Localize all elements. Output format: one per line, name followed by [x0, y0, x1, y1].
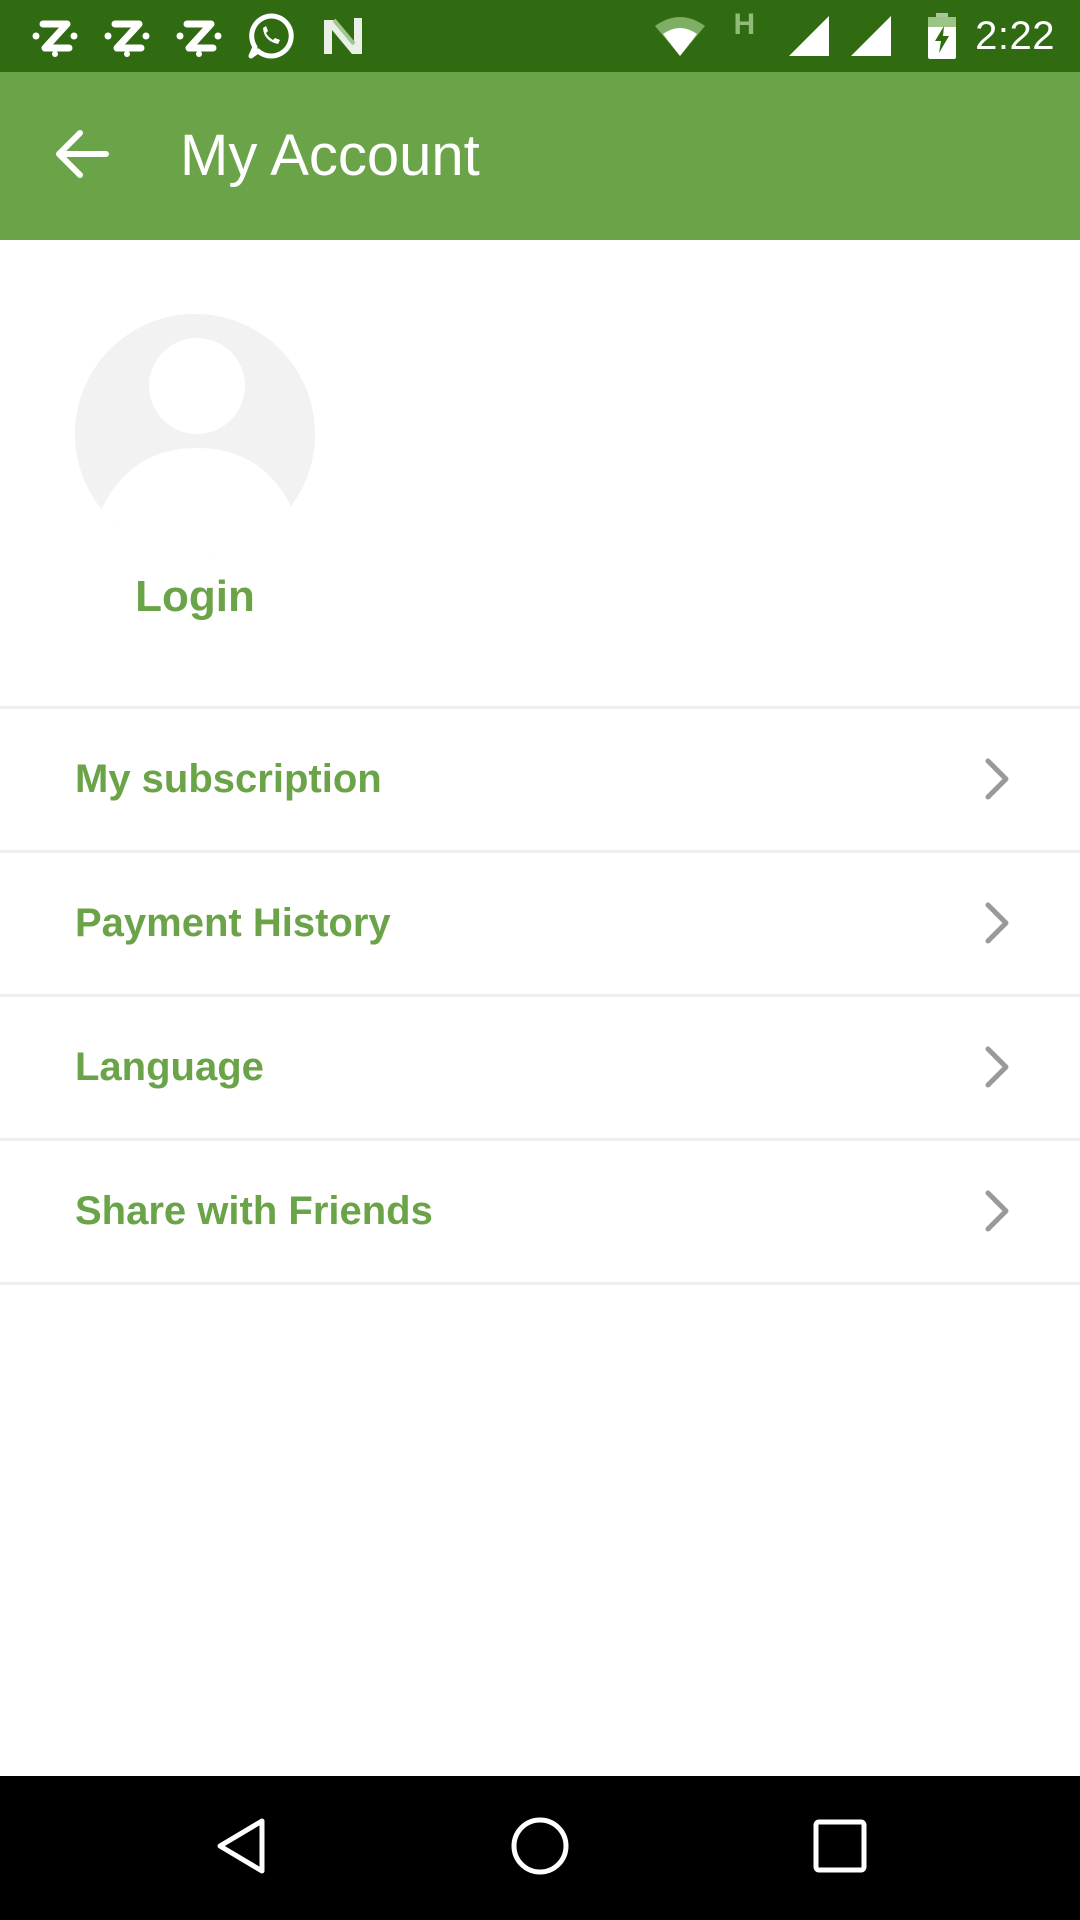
home-circle-icon	[509, 1815, 571, 1882]
notification-icons	[26, 10, 386, 62]
menu-item-payment-history[interactable]: Payment History	[0, 853, 1080, 994]
chevron-right-icon	[982, 1045, 1012, 1089]
recents-square-icon	[812, 1818, 868, 1879]
back-triangle-icon	[212, 1815, 268, 1882]
nav-home-button[interactable]	[504, 1812, 576, 1884]
nav-back-button[interactable]	[204, 1812, 276, 1884]
app-bar: My Account	[0, 72, 1080, 240]
status-clock: 2:22	[975, 13, 1055, 58]
back-button[interactable]	[40, 114, 124, 198]
menu-item-language[interactable]: Language	[0, 997, 1080, 1138]
divider	[0, 1282, 1080, 1285]
avatar	[75, 314, 315, 554]
nav-recents-button[interactable]	[804, 1812, 876, 1884]
status-bar: H 2:22	[0, 0, 1080, 72]
menu-item-label: Payment History	[75, 901, 391, 945]
cell-signal-icon	[787, 14, 831, 58]
chevron-right-icon	[982, 901, 1012, 945]
menu-item-share-with-friends[interactable]: Share with Friends	[0, 1141, 1080, 1282]
cell-signal-icon	[849, 14, 893, 58]
chevron-right-icon	[982, 757, 1012, 801]
zedge-icon	[98, 10, 156, 62]
default-avatar-icon	[75, 314, 315, 554]
system-navigation-bar	[0, 1776, 1080, 1920]
menu-item-label: My subscription	[75, 757, 382, 801]
menu-item-label: Language	[75, 1045, 264, 1089]
page-title: My Account	[180, 123, 480, 188]
profile-section: Login	[0, 240, 1080, 706]
wifi-icon	[653, 14, 707, 58]
system-icons: H 2:22	[653, 0, 1080, 72]
network-type-label: H	[733, 8, 756, 41]
whatsapp-icon	[242, 10, 300, 62]
zedge-icon	[170, 10, 228, 62]
n-app-icon	[314, 10, 372, 62]
zedge-icon	[26, 10, 84, 62]
battery-charging-icon	[927, 12, 957, 60]
menu-item-my-subscription[interactable]: My subscription	[0, 709, 1080, 850]
menu-item-label: Share with Friends	[75, 1189, 433, 1233]
arrow-back-icon	[54, 129, 110, 184]
login-button[interactable]: Login	[0, 572, 390, 622]
account-menu: My subscription Payment History Language…	[0, 706, 1080, 1285]
chevron-right-icon	[982, 1189, 1012, 1233]
